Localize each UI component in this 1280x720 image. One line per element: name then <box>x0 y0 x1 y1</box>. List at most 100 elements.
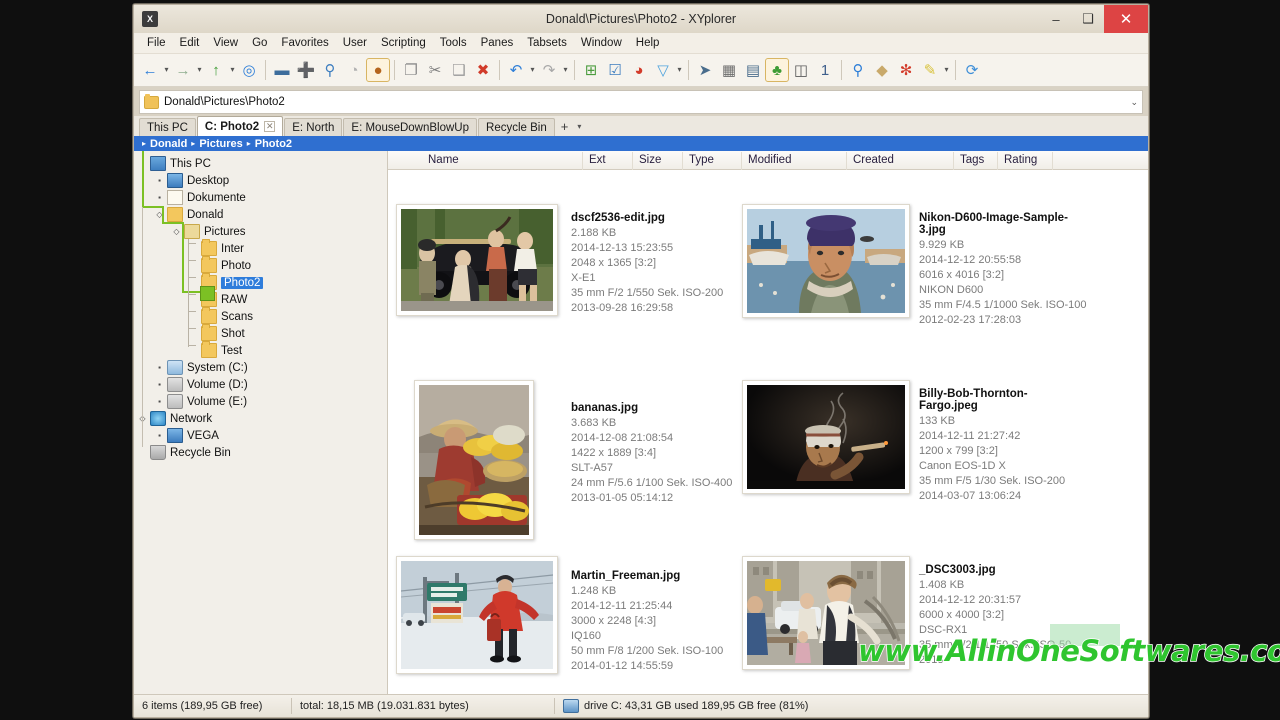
column-header-rating[interactable]: Rating <box>998 152 1053 170</box>
expander-open-icon[interactable]: ◇ <box>172 227 181 236</box>
back-dropdown-icon[interactable]: ▾ <box>162 58 171 82</box>
tree-item-shot[interactable]: Shot <box>134 324 387 342</box>
cut-icon[interactable]: ✂ <box>423 58 447 82</box>
column-header-name[interactable]: Name <box>422 152 583 170</box>
highlight-dropdown-icon[interactable]: ▾ <box>942 58 951 82</box>
tree-item-test[interactable]: Test <box>134 341 387 359</box>
tab-c-photo2[interactable]: C: Photo2 ✕ <box>196 116 284 136</box>
column-header-tags[interactable]: Tags <box>954 152 998 170</box>
thumbnail-frame[interactable] <box>396 204 558 316</box>
details-view-icon[interactable]: ▤ <box>741 58 765 82</box>
tree-item-system-c[interactable]: ▪ System (C:) <box>134 359 387 376</box>
menu-scripting[interactable]: Scripting <box>374 35 433 51</box>
redo-dropdown-icon[interactable]: ▾ <box>561 58 570 82</box>
tag-icon[interactable]: ◆ <box>870 58 894 82</box>
tree-item-scans[interactable]: Scans <box>134 307 387 325</box>
tree-item-raw[interactable]: RAW <box>134 290 387 308</box>
address-bar[interactable]: Donald\Pictures\Photo2 ⌄ <box>139 90 1143 114</box>
breadcrumb-item[interactable]: Photo2 <box>255 138 292 150</box>
thumbnail-frame[interactable] <box>396 556 558 674</box>
highlight-icon[interactable]: ✎ <box>918 58 942 82</box>
back-icon[interactable]: ← <box>138 58 162 82</box>
column-header-ext[interactable]: Ext <box>583 152 633 170</box>
menu-tools[interactable]: Tools <box>433 35 474 51</box>
menu-edit[interactable]: Edit <box>173 35 207 51</box>
maximize-button[interactable]: ❑ <box>1072 5 1104 33</box>
menu-user[interactable]: User <box>336 35 374 51</box>
expander-collapsed-icon[interactable]: ▪ <box>155 380 164 389</box>
tab-e-north[interactable]: E: North <box>284 118 343 136</box>
tree-item-recycle-bin[interactable]: Recycle Bin <box>134 444 387 461</box>
new-tab-button[interactable]: + <box>556 119 574 134</box>
up-dropdown-icon[interactable]: ▾ <box>228 58 237 82</box>
chevron-down-icon[interactable]: ⌄ <box>1130 97 1138 108</box>
paste-icon[interactable]: ❑ <box>447 58 471 82</box>
tree-item-pictures[interactable]: ◇ Pictures <box>134 223 387 240</box>
filter-dropdown-icon[interactable]: ▾ <box>675 58 684 82</box>
column-header-created[interactable]: Created <box>847 152 954 170</box>
expander-collapsed-icon[interactable]: ▪ <box>155 431 164 440</box>
tab-this-pc[interactable]: This PC <box>139 118 196 136</box>
filter-icon[interactable]: ▽ <box>651 58 675 82</box>
history-icon[interactable]: ◔ <box>342 58 366 82</box>
find-files-icon[interactable]: ⚲ <box>318 58 342 82</box>
undo-icon[interactable]: ↶ <box>504 58 528 82</box>
thumbnail-view-icon[interactable]: ▦ <box>717 58 741 82</box>
tree-item-this-pc[interactable]: This PC <box>134 155 387 172</box>
tree-item-inter[interactable]: Inter <box>134 239 387 257</box>
menu-help[interactable]: Help <box>629 35 667 51</box>
breadcrumb-item[interactable]: Pictures <box>199 138 242 150</box>
thumbnail-frame[interactable] <box>742 204 910 318</box>
paper-folder-icon[interactable]: ● <box>366 58 390 82</box>
checkbox-select-icon[interactable]: ☑ <box>603 58 627 82</box>
expander-collapsed-icon[interactable]: ▪ <box>155 397 164 406</box>
search-icon[interactable]: ⚲ <box>846 58 870 82</box>
computer-icon[interactable]: ▬ <box>270 58 294 82</box>
tree-item-volume-d[interactable]: ▪ Volume (D:) <box>134 376 387 393</box>
tree-view-icon[interactable]: ♣ <box>765 58 789 82</box>
dual-pane-icon[interactable]: ◫ <box>789 58 813 82</box>
expander-collapsed-icon[interactable]: ▪ <box>155 193 164 202</box>
expander-collapsed-icon[interactable]: ▪ <box>155 363 164 372</box>
tab-menu-chevron-down-icon[interactable]: ▾ <box>573 122 585 131</box>
copy-icon[interactable]: ❐ <box>399 58 423 82</box>
menu-window[interactable]: Window <box>574 35 629 51</box>
new-folder-icon[interactable]: ➕ <box>294 58 318 82</box>
tree-item-network[interactable]: ◇Network <box>134 410 387 427</box>
tree-item-vega[interactable]: ▪ VEGA <box>134 427 387 444</box>
single-pane-icon[interactable]: 1 <box>813 58 837 82</box>
menu-favorites[interactable]: Favorites <box>274 35 335 51</box>
tree-item-photo2[interactable]: Photo2 <box>134 273 387 291</box>
color-filter-icon[interactable]: ✻ <box>894 58 918 82</box>
tab-e-mousedownblowup[interactable]: E: MouseDownBlowUp <box>343 118 478 136</box>
undo-dropdown-icon[interactable]: ▾ <box>528 58 537 82</box>
menu-view[interactable]: View <box>206 35 245 51</box>
paper-plane-icon[interactable]: ➤ <box>693 58 717 82</box>
tree-item-volume-e[interactable]: ▪ Volume (E:) <box>134 393 387 410</box>
close-button[interactable]: ✕ <box>1104 5 1148 33</box>
thumbnail-frame[interactable] <box>742 380 910 494</box>
delete-icon[interactable]: ✖ <box>471 58 495 82</box>
target-icon[interactable]: ◎ <box>237 58 261 82</box>
tree-item-photo[interactable]: Photo <box>134 256 387 274</box>
up-icon[interactable]: ↑ <box>204 58 228 82</box>
tree-item-desktop[interactable]: ▪ Desktop <box>134 172 387 189</box>
branch-view-icon[interactable]: ⊞ <box>579 58 603 82</box>
forward-icon[interactable]: → <box>171 58 195 82</box>
menu-go[interactable]: Go <box>245 35 274 51</box>
thumbnail-frame[interactable] <box>414 380 534 540</box>
column-header-modified[interactable]: Modified <box>742 152 847 170</box>
tab-close-icon[interactable]: ✕ <box>264 121 276 132</box>
tree-item-donald[interactable]: ◇ Donald <box>134 206 387 223</box>
expander-collapsed-icon[interactable]: ▪ <box>155 176 164 185</box>
menu-tabsets[interactable]: Tabsets <box>520 35 574 51</box>
tree-item-dokumente[interactable]: ▪ Dokumente <box>134 189 387 206</box>
menu-panes[interactable]: Panes <box>474 35 521 51</box>
column-header-type[interactable]: Type <box>683 152 742 170</box>
minimize-button[interactable]: – <box>1040 5 1072 33</box>
refresh-icon[interactable]: ⟳ <box>960 58 984 82</box>
redo-icon[interactable]: ↷ <box>537 58 561 82</box>
tab-recycle-bin[interactable]: Recycle Bin <box>478 118 555 136</box>
column-header-size[interactable]: Size <box>633 152 683 170</box>
menu-file[interactable]: File <box>140 35 173 51</box>
